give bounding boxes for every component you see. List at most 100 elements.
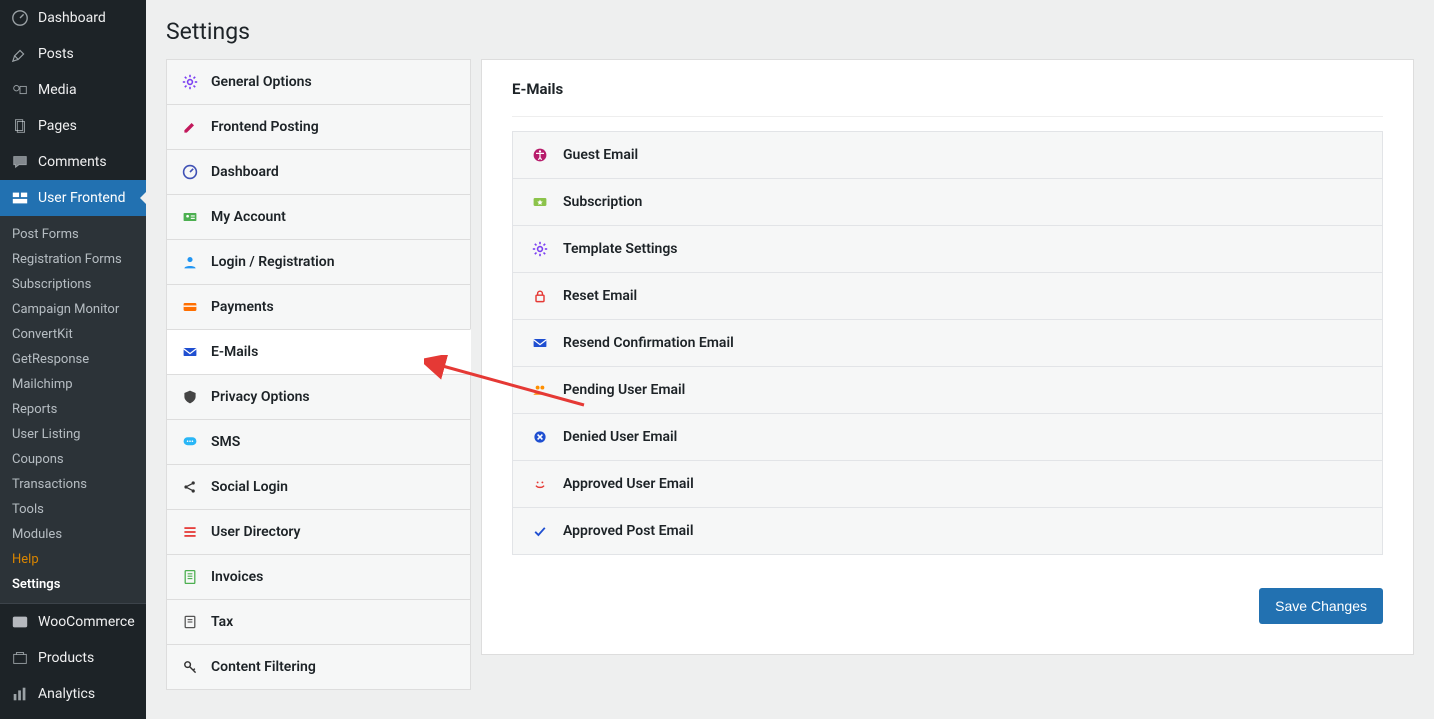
tab-label: E-Mails [211, 344, 258, 360]
email-row-pending-user-email[interactable]: Pending User Email [512, 366, 1383, 414]
settings-tab-sms[interactable]: SMS [166, 419, 471, 465]
lock-icon [531, 287, 549, 305]
tab-label: Frontend Posting [211, 119, 319, 135]
settings-tab-list: General Options Frontend Posting Dashboard… [166, 59, 471, 689]
email-row-subscription[interactable]: Subscription [512, 178, 1383, 226]
sub-subscriptions[interactable]: Subscriptions [0, 272, 146, 297]
settings-tab-invoices[interactable]: Invoices [166, 554, 471, 600]
settings-tab-tax[interactable]: Tax [166, 599, 471, 645]
email-row-approved-post-email[interactable]: Approved Post Email [512, 507, 1383, 555]
sub-tools[interactable]: Tools [0, 497, 146, 522]
sub-getresponse[interactable]: GetResponse [0, 347, 146, 372]
tab-label: SMS [211, 434, 240, 450]
user-frontend-icon [10, 188, 30, 208]
settings-tab-login-registration[interactable]: Login / Registration [166, 239, 471, 285]
page-title: Settings [166, 10, 1414, 59]
tax-icon [181, 613, 199, 631]
tab-label: Login / Registration [211, 254, 335, 270]
dashboard-icon [10, 8, 30, 28]
menu-label: Media [38, 82, 77, 98]
star-card-icon [531, 193, 549, 211]
menu-pages[interactable]: Pages [0, 108, 146, 144]
sub-reports[interactable]: Reports [0, 397, 146, 422]
arrow-annotation-icon [424, 355, 594, 415]
menu-woocommerce[interactable]: WooCommerce [0, 604, 146, 640]
sub-modules[interactable]: Modules [0, 522, 146, 547]
tab-label: Privacy Options [211, 389, 310, 405]
sub-transactions[interactable]: Transactions [0, 472, 146, 497]
share-icon [181, 478, 199, 496]
save-changes-button[interactable]: Save Changes [1259, 588, 1383, 624]
submenu-user-frontend: Post Forms Registration Forms Subscripti… [0, 216, 146, 603]
menu-analytics[interactable]: Analytics [0, 676, 146, 712]
sub-post-forms[interactable]: Post Forms [0, 222, 146, 247]
sub-campaign-monitor[interactable]: Campaign Monitor [0, 297, 146, 322]
card-icon [181, 298, 199, 316]
sms-icon [181, 433, 199, 451]
tab-label: Dashboard [211, 164, 279, 180]
menu-label: Analytics [38, 686, 95, 702]
menu-label: Posts [38, 46, 74, 62]
user-icon [181, 253, 199, 271]
email-row-reset-email[interactable]: Reset Email [512, 272, 1383, 320]
woo-icon [10, 612, 30, 632]
tab-label: Payments [211, 299, 274, 315]
settings-tab-content-filtering[interactable]: Content Filtering [166, 644, 471, 690]
mail-icon [531, 334, 549, 352]
row-label: Denied User Email [563, 429, 677, 445]
dashboard-icon [181, 163, 199, 181]
settings-tab-social-login[interactable]: Social Login [166, 464, 471, 510]
sub-settings[interactable]: Settings [0, 572, 146, 597]
email-row-resend-confirmation-email[interactable]: Resend Confirmation Email [512, 319, 1383, 367]
tab-label: Social Login [211, 479, 288, 495]
email-settings-list: Guest EmailSubscriptionTemplate Settings… [512, 131, 1383, 555]
menu-products[interactable]: Products [0, 640, 146, 676]
settings-tab-dashboard[interactable]: Dashboard [166, 149, 471, 195]
row-label: Approved Post Email [563, 523, 693, 539]
list-icon [181, 523, 199, 541]
settings-tab-payments[interactable]: Payments [166, 284, 471, 330]
invoice-icon [181, 568, 199, 586]
menu-dashboard[interactable]: Dashboard [0, 0, 146, 36]
row-label: Reset Email [563, 288, 637, 304]
email-row-approved-user-email[interactable]: Approved User Email [512, 460, 1383, 508]
settings-tab-user-directory[interactable]: User Directory [166, 509, 471, 555]
tab-label: Content Filtering [211, 659, 316, 675]
menu-label: User Frontend [38, 190, 125, 206]
menu-label: WooCommerce [38, 614, 135, 630]
main-content: Settings General Options Frontend Posting… [146, 0, 1434, 719]
mail-icon [181, 343, 199, 361]
settings-tab-general-options[interactable]: General Options [166, 59, 471, 105]
menu-label: Products [38, 650, 94, 666]
email-row-guest-email[interactable]: Guest Email [512, 131, 1383, 179]
settings-tab-frontend-posting[interactable]: Frontend Posting [166, 104, 471, 150]
menu-posts[interactable]: Posts [0, 36, 146, 72]
analytics-icon [10, 684, 30, 704]
sub-mailchimp[interactable]: Mailchimp [0, 372, 146, 397]
email-row-denied-user-email[interactable]: Denied User Email [512, 413, 1383, 461]
check-icon [531, 522, 549, 540]
comment-icon [10, 152, 30, 172]
menu-media[interactable]: Media [0, 72, 146, 108]
sub-help[interactable]: Help [0, 547, 146, 572]
panel-title: E-Mails [512, 80, 1383, 117]
pin-icon [10, 44, 30, 64]
shield-icon [181, 388, 199, 406]
tab-label: My Account [211, 209, 286, 225]
tab-label: Invoices [211, 569, 263, 585]
sub-convertkit[interactable]: ConvertKit [0, 322, 146, 347]
sub-user-listing[interactable]: User Listing [0, 422, 146, 447]
wp-admin-menu: Dashboard Posts Media Pages Comments Use… [0, 0, 146, 719]
settings-tab-my-account[interactable]: My Account [166, 194, 471, 240]
menu-comments[interactable]: Comments [0, 144, 146, 180]
email-row-template-settings[interactable]: Template Settings [512, 225, 1383, 273]
tab-label: Tax [211, 614, 233, 630]
menu-user-frontend[interactable]: User Frontend [0, 180, 146, 216]
edit-icon [181, 118, 199, 136]
menu-label: Dashboard [38, 10, 106, 26]
sub-registration-forms[interactable]: Registration Forms [0, 247, 146, 272]
tab-label: User Directory [211, 524, 301, 540]
tab-label: General Options [211, 74, 312, 90]
sub-coupons[interactable]: Coupons [0, 447, 146, 472]
products-icon [10, 648, 30, 668]
